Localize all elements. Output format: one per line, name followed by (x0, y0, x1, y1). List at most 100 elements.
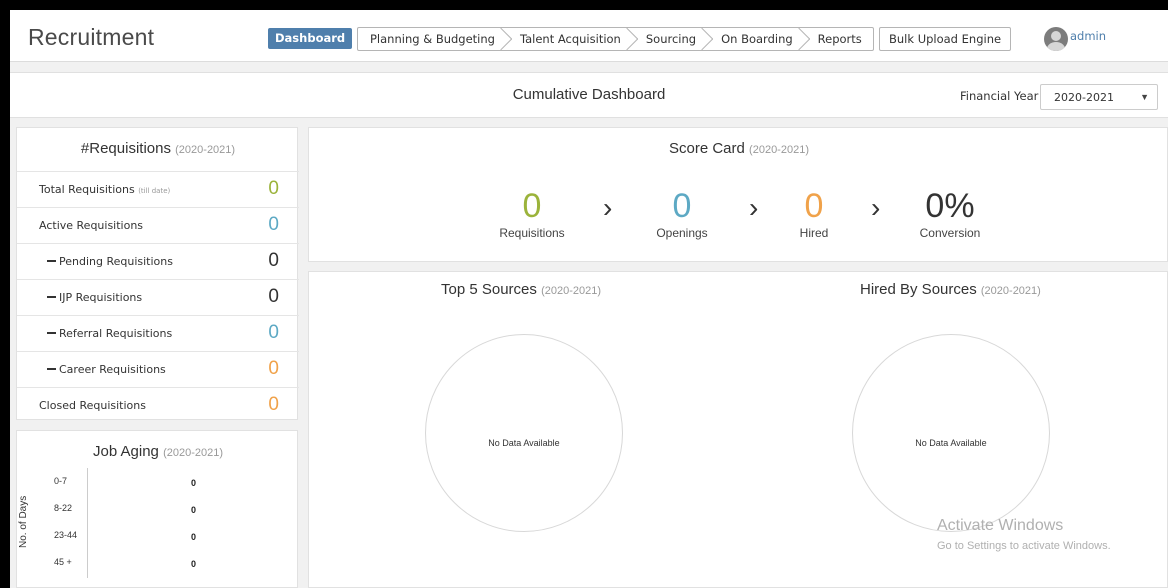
score-label: Conversion (919, 226, 981, 240)
score-card-year: (2020-2021) (749, 144, 809, 156)
dash-icon (47, 332, 56, 334)
job-aging-value: 0 (191, 478, 197, 488)
req-value: 0 (268, 322, 279, 343)
dash-icon (47, 368, 56, 370)
req-row-referral[interactable]: Referral Requisitions 0 (17, 315, 299, 351)
score-conversion[interactable]: 0% Conversion (905, 188, 995, 240)
top-navbar: Recruitment Dashboard Planning & Budgeti… (10, 10, 1168, 62)
req-label-text: Pending Requisitions (59, 255, 173, 268)
req-label: Total Requisitions (till date) (39, 183, 170, 196)
score-requisitions[interactable]: 0 Requisitions (487, 188, 577, 240)
nav-label: Reports (817, 32, 862, 46)
job-aging-category: 0-7 (54, 476, 68, 486)
nav-on-boarding[interactable]: On Boarding (707, 28, 804, 50)
job-aging-category: 23-44 (54, 530, 78, 540)
dash-icon (47, 260, 56, 262)
hired-sources-title-text: Hired By Sources (860, 281, 977, 298)
job-aging-category: 45 + (54, 557, 72, 567)
job-aging-value: 0 (191, 532, 197, 542)
score-value: 0 (522, 187, 542, 225)
hired-sources-pie-chart[interactable] (852, 334, 1050, 532)
job-aging-value: 0 (191, 505, 197, 515)
nav-label: Sourcing (645, 32, 697, 46)
score-hired[interactable]: 0 Hired (784, 188, 844, 240)
job-aging-y-axis-label: No. of Days (18, 495, 29, 548)
chevron-right-icon (626, 28, 638, 50)
req-label: Pending Requisitions (47, 255, 173, 268)
top-sources-title-text: Top 5 Sources (441, 281, 537, 298)
top-sources-title: Top 5 Sources (2020-2021) (441, 281, 601, 298)
req-label: Career Requisitions (47, 363, 166, 376)
req-label-text: IJP Requisitions (59, 291, 143, 304)
nav-talent-acquisition[interactable]: Talent Acquisition (506, 28, 632, 50)
req-label-text: Career Requisitions (59, 363, 166, 376)
chevron-right-icon: › (871, 192, 881, 223)
requisitions-title: #Requisitions (2020-2021) (17, 140, 299, 157)
top-sources-year: (2020-2021) (541, 285, 601, 297)
user-name: admin (1070, 29, 1107, 43)
req-value: 0 (268, 214, 279, 235)
job-aging-title: Job Aging (2020-2021) (17, 443, 299, 460)
financial-year-value: 2020-2021 (1054, 91, 1114, 104)
job-aging-axis (87, 468, 88, 578)
chevron-right-icon: › (749, 192, 759, 223)
req-row-total[interactable]: Total Requisitions (till date) 0 (17, 171, 299, 207)
nav-sourcing[interactable]: Sourcing (632, 28, 707, 50)
financial-year-select[interactable]: 2020-2021 ▼ (1040, 84, 1158, 110)
user-menu[interactable]: admin (1044, 27, 1106, 51)
req-value: 0 (268, 250, 279, 271)
req-row-pending[interactable]: Pending Requisitions 0 (17, 243, 299, 279)
financial-year-label: Financial Year (960, 89, 1039, 103)
chevron-right-icon: › (603, 192, 613, 223)
caret-down-icon: ▼ (1140, 92, 1149, 102)
job-aging-value: 0 (191, 559, 197, 569)
hired-sources-empty-text: No Data Available (915, 438, 987, 448)
app-brand[interactable]: Recruitment (28, 24, 154, 51)
job-aging-category: 8-22 (54, 503, 73, 513)
score-value: 0% (925, 187, 975, 225)
score-value: 0 (672, 187, 692, 225)
score-openings[interactable]: 0 Openings (642, 188, 722, 240)
req-label-text: Referral Requisitions (59, 327, 173, 340)
app-window: Recruitment Dashboard Planning & Budgeti… (10, 10, 1168, 588)
activate-windows-hint: Go to Settings to activate Windows. (937, 540, 1111, 552)
bulk-upload-engine-button[interactable]: Bulk Upload Engine (879, 27, 1012, 51)
score-label: Requisitions (499, 226, 565, 240)
score-label: Openings (656, 226, 708, 240)
nav-planning-budgeting[interactable]: Planning & Budgeting (358, 28, 506, 50)
nav-label: Planning & Budgeting (370, 32, 495, 46)
req-value: 0 (268, 178, 279, 199)
requisitions-panel: #Requisitions (2020-2021) Total Requisit… (16, 127, 299, 423)
req-row-career[interactable]: Career Requisitions 0 (17, 351, 299, 387)
top-sources-pie-chart[interactable] (425, 334, 623, 532)
job-aging-year: (2020-2021) (163, 447, 223, 459)
nav-label: On Boarding (721, 32, 793, 46)
req-label: Referral Requisitions (47, 327, 172, 340)
nav-breadcrumb: Planning & Budgeting Talent Acquisition … (357, 27, 874, 51)
req-value: 0 (268, 358, 279, 379)
req-label: Closed Requisitions (39, 399, 146, 412)
score-card-title: Score Card (2020-2021) (309, 140, 1168, 157)
hired-sources-title: Hired By Sources (2020-2021) (860, 281, 1041, 298)
chevron-right-icon (798, 28, 810, 50)
req-value: 0 (268, 286, 279, 307)
req-row-closed[interactable]: Closed Requisitions 0 (17, 387, 299, 423)
req-label: IJP Requisitions (47, 291, 142, 304)
requisitions-year: (2020-2021) (175, 144, 236, 156)
score-card-title-text: Score Card (669, 140, 745, 157)
top-sources-empty-text: No Data Available (488, 438, 560, 448)
dash-icon (47, 296, 56, 298)
req-row-ijp[interactable]: IJP Requisitions 0 (17, 279, 299, 315)
activate-windows-watermark: Activate Windows (937, 517, 1064, 534)
avatar-icon (1044, 27, 1068, 51)
hired-sources-year: (2020-2021) (980, 285, 1041, 297)
req-label: Active Requisitions (39, 219, 144, 232)
score-card-panel: Score Card (2020-2021) 0 Requisitions › … (308, 127, 1168, 262)
req-row-active[interactable]: Active Requisitions 0 (17, 207, 299, 243)
score-value: 0 (804, 187, 824, 225)
chevron-right-icon (500, 28, 512, 50)
req-note: (till date) (138, 187, 171, 195)
nav-dashboard-button[interactable]: Dashboard (268, 28, 353, 49)
nav-reports[interactable]: Reports (804, 28, 873, 50)
req-label-text: Total Requisitions (39, 183, 135, 196)
